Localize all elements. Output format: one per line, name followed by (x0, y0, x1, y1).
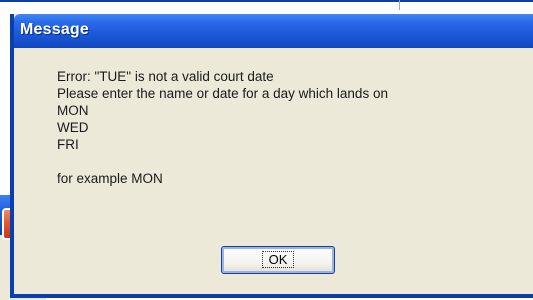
message-line-day: MON (57, 103, 89, 118)
message-line-day: FRI (57, 137, 79, 152)
dialog-titlebar[interactable]: Message (14, 14, 533, 48)
dialog-title: Message (20, 21, 89, 38)
message-line-instruction: Please enter the name or date for a day … (57, 86, 388, 101)
ok-button[interactable]: OK (221, 246, 335, 274)
message-line-example: for example MON (57, 171, 163, 186)
message-text: Error: "TUE" is not a valid court date P… (57, 68, 388, 187)
message-line-day: WED (57, 120, 89, 135)
ok-button-label: OK (261, 251, 295, 268)
message-dialog: Message Error: "TUE" is not a valid cour… (10, 14, 533, 298)
message-line-error: Error: "TUE" is not a valid court date (57, 69, 274, 84)
background-divider (399, 0, 400, 10)
message-line-blank (57, 153, 388, 170)
background-window-edge (0, 0, 533, 2)
